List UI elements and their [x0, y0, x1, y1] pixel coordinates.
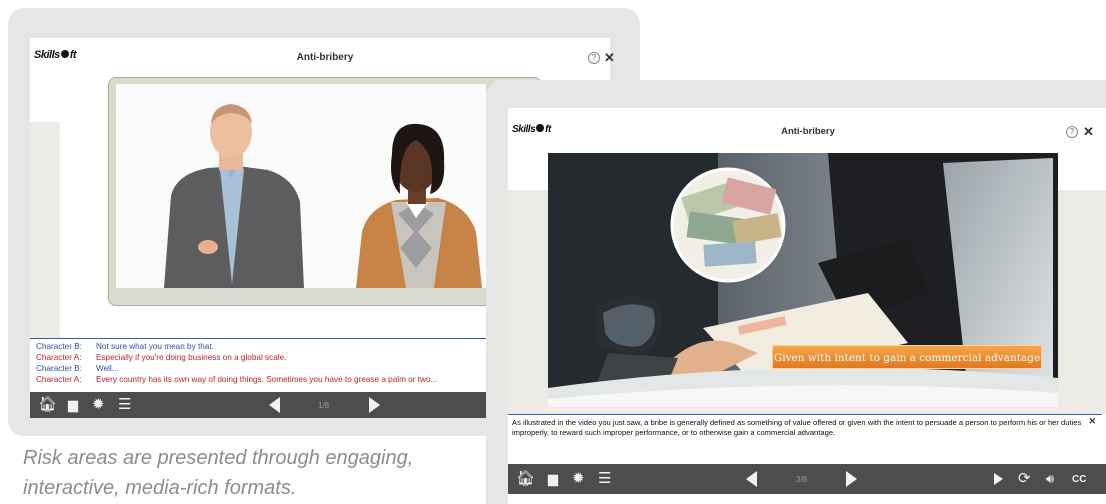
transcript-line: Character B: Well...	[36, 364, 119, 373]
back-transcript-panel: Character B: Not sure what you mean by th…	[30, 338, 486, 392]
marketing-caption: Risk areas are presented through engagin…	[23, 447, 414, 499]
document-icon[interactable]: ▆	[68, 396, 78, 414]
home-icon[interactable]: 🏠︎	[38, 396, 57, 414]
back-course-title: Anti-bribery	[296, 52, 354, 63]
home-icon[interactable]: 🏠︎	[516, 470, 535, 488]
front-title-bar: Skills ft Anti-bribery ? ✕	[508, 108, 1106, 152]
page-number: 1/8	[318, 401, 330, 410]
caption-close-icon[interactable]: ✕	[1088, 416, 1096, 427]
transcript-line: Character A: Especially if you're doing b…	[36, 353, 287, 362]
settings-icon[interactable]: ✹	[92, 396, 105, 414]
settings-icon[interactable]: ✹	[572, 470, 585, 488]
closed-caption-button[interactable]: CC	[1072, 474, 1086, 485]
caption-text: As illustrated in the video you just saw…	[512, 418, 1082, 437]
front-toolbar: 🏠︎ ▆ ✹ ☰ 3/8 ⟳ 🔊︎ CC	[508, 464, 1106, 494]
front-caption-panel: As illustrated in the video you just saw…	[508, 414, 1102, 463]
back-video[interactable]	[116, 84, 486, 288]
volume-icon[interactable]: 🔊︎	[1046, 470, 1054, 488]
next-page-button[interactable]	[369, 397, 380, 413]
menu-list-icon[interactable]: ☰	[118, 396, 131, 414]
back-help-icon[interactable]: ?	[588, 52, 600, 64]
back-skillsoft-logo: Skills ft	[34, 49, 77, 61]
next-page-button[interactable]	[846, 471, 857, 487]
front-help-icon[interactable]: ?	[1066, 126, 1078, 138]
front-close-icon[interactable]: ✕	[1083, 125, 1094, 138]
menu-list-icon[interactable]: ☰	[598, 470, 611, 488]
front-course-title: Anti-bribery	[781, 126, 835, 137]
back-toolbar: 🏠︎ ▆ ✹ ☰ 1/8	[30, 392, 486, 418]
play-icon[interactable]	[994, 473, 1003, 485]
presenters-image	[164, 104, 482, 288]
page-number: 3/8	[796, 475, 808, 484]
transcript-line: Character A: Every country has its own wa…	[36, 375, 438, 384]
front-skillsoft-logo: Skills ft	[512, 124, 551, 135]
prev-page-button[interactable]	[746, 471, 757, 487]
key-point-banner: Given with intent to gain a commercial a…	[772, 345, 1042, 369]
transcript-line: Character B: Not sure what you mean by th…	[36, 342, 214, 351]
back-close-icon[interactable]: ✕	[604, 51, 615, 64]
replay-icon[interactable]: ⟳	[1018, 470, 1031, 488]
prev-page-button[interactable]	[269, 397, 280, 413]
document-icon[interactable]: ▆	[548, 470, 558, 488]
